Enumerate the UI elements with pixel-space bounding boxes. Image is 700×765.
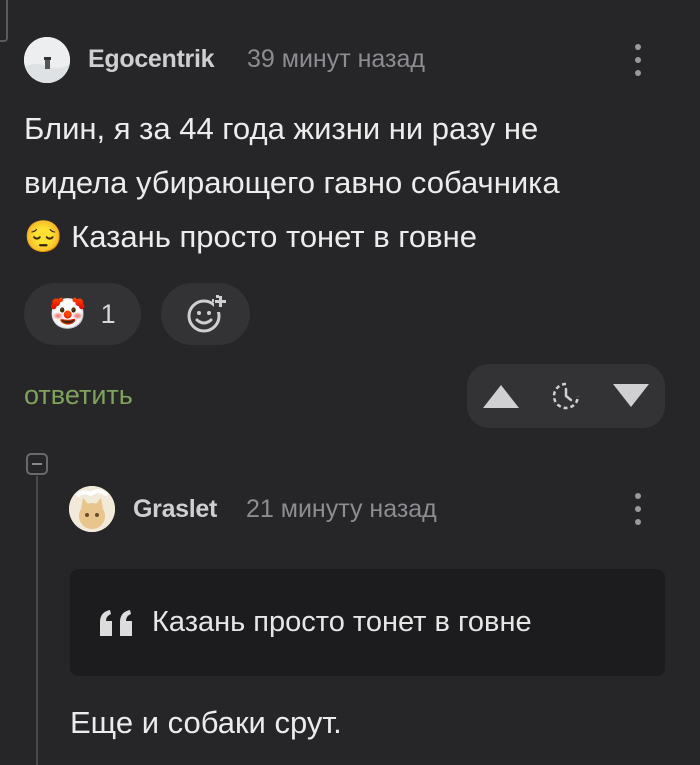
comment-body: Блин, я за 44 года жизни ни разу не виде… (24, 102, 684, 264)
comment-line: 😔 Казань просто тонет в говне (24, 219, 477, 254)
downvote-icon[interactable] (611, 381, 651, 411)
reply-body: Еще и собаки срут. (70, 705, 342, 740)
thread-line-fragment (0, 0, 8, 42)
comment-username[interactable]: Egocentrik (88, 45, 215, 74)
thread-line[interactable] (36, 476, 38, 765)
clock-icon[interactable] (549, 379, 583, 413)
quote-icon (100, 609, 132, 636)
minus-icon (32, 463, 42, 465)
menu-dot (635, 57, 641, 63)
cat-avatar-icon (69, 486, 115, 532)
menu-dot (635, 493, 641, 499)
menu-dot (635, 44, 641, 50)
menu-dot (635, 506, 641, 512)
comment-menu-button[interactable] (628, 44, 648, 76)
reply-username[interactable]: Graslet (133, 495, 217, 524)
menu-dot (635, 519, 641, 525)
upvote-icon[interactable] (481, 381, 521, 411)
add-reaction-button[interactable] (161, 283, 250, 345)
user-avatar[interactable] (24, 37, 70, 83)
menu-dot (635, 70, 641, 76)
comment-timestamp: 39 минут назад (247, 45, 425, 73)
reply-menu-button[interactable] (628, 493, 648, 525)
vote-bar (467, 364, 665, 428)
quote-block: Казань просто тонет в говне (70, 569, 665, 676)
comment-line: Блин, я за 44 года жизни ни разу не (24, 111, 539, 146)
reaction-clown-button[interactable]: 🤡 1 (24, 283, 141, 345)
reaction-count: 1 (100, 298, 116, 329)
quote-text: Казань просто тонет в говне (152, 606, 532, 638)
reply-link[interactable]: ответить (24, 380, 133, 411)
collapse-thread-button[interactable] (26, 453, 48, 475)
add-emoji-icon (187, 295, 226, 333)
reply-timestamp: 21 минуту назад (246, 495, 437, 523)
snowy-landscape-icon (24, 37, 70, 83)
clown-icon: 🤡 (49, 297, 87, 331)
comment-line: видела убирающего гавно собачника (24, 165, 560, 200)
reply-user-avatar[interactable] (69, 486, 115, 532)
